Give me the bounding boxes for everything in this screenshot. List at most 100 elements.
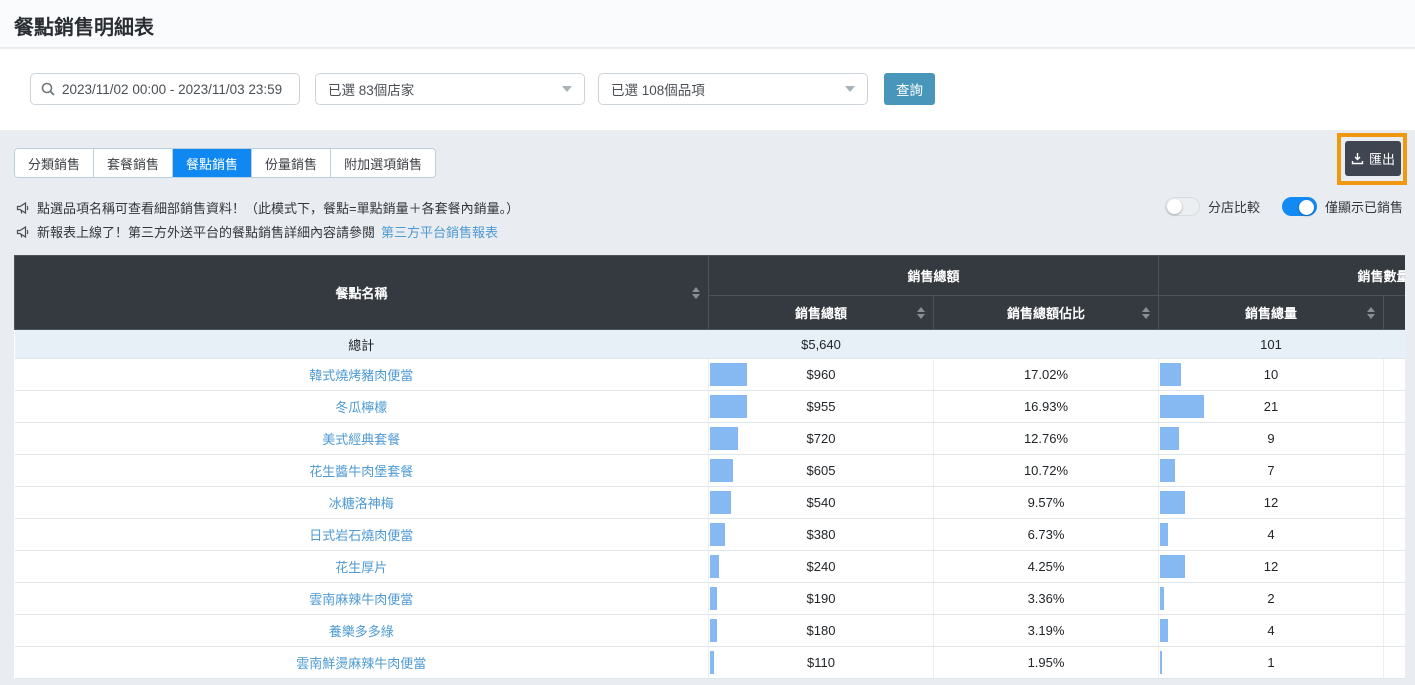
megaphone-icon: [16, 225, 29, 238]
top-header-strip: 餐點銷售明細表: [0, 0, 1415, 48]
amount-value: $605: [806, 463, 836, 478]
dish-name-link[interactable]: 日式岩石燒肉便當: [309, 528, 413, 543]
item-select[interactable]: 已選 108個品項: [598, 73, 868, 105]
table-row: 冰糖洛神梅 $540 9.57% 12: [14, 486, 1405, 519]
report-tabs: 分類銷售 套餐銷售 餐點銷售 份量銷售 附加選項銷售: [14, 148, 437, 178]
column-header-dish-name[interactable]: 餐點名稱: [14, 255, 709, 330]
group-header-sales-amount: 銷售總額: [707, 255, 1160, 296]
ratio-value: 10.72%: [933, 454, 1160, 487]
column-header-amount-ratio[interactable]: 銷售總額佔比: [932, 295, 1160, 330]
sort-icon[interactable]: [917, 306, 925, 319]
ratio-value: 6.73%: [933, 518, 1160, 551]
table-row: 花生厚片 $240 4.25% 12: [14, 550, 1405, 583]
dish-name-link[interactable]: 韓式燒烤豬肉便當: [309, 368, 413, 383]
amount-bar: [710, 651, 714, 674]
column-header-total-amount[interactable]: 銷售總額: [708, 295, 934, 330]
table-row: 冬瓜檸檬 $955 16.93% 21: [14, 390, 1405, 423]
tab-3[interactable]: 份量銷售: [252, 149, 332, 177]
branch-compare-toggle[interactable]: [1165, 197, 1200, 216]
quantity-value: 12: [1263, 495, 1279, 510]
dish-name-link[interactable]: 美式經典套餐: [322, 432, 400, 447]
ratio-value: 4.25%: [933, 550, 1160, 583]
hint-text-2: 新報表上線了！第三方外送平台的餐點銷售詳細內容請參閱: [37, 225, 376, 240]
quantity-value: 4: [1267, 527, 1275, 542]
store-select-value: 已選 83個店家: [328, 83, 415, 98]
search-icon: [41, 82, 55, 96]
store-select[interactable]: 已選 83個店家: [315, 73, 585, 105]
quantity-bar: [1160, 555, 1186, 578]
amount-value: $190: [806, 591, 836, 606]
amount-bar: [710, 523, 725, 546]
table-row: 花生醬牛肉堡套餐 $605 10.72% 7: [14, 454, 1405, 487]
total-label: 總計: [14, 329, 709, 359]
group-header-sales-quantity: 銷售數量: [1158, 255, 1405, 296]
table-row: 日式岩石燒肉便當 $380 6.73% 4: [14, 518, 1405, 551]
quantity-bar: [1160, 651, 1163, 674]
dish-name-link[interactable]: 冰糖洛神梅: [329, 496, 394, 511]
hint-line-1: 點選品項名稱可查看細部銷售資料！（此模式下，餐點=單點銷量＋各套餐內銷量。）: [16, 198, 519, 217]
table-row: 韓式燒烤豬肉便當 $960 17.02% 10: [14, 358, 1405, 391]
megaphone-icon: [16, 201, 29, 214]
quantity-value: 10: [1263, 367, 1279, 382]
tab-4[interactable]: 附加選項銷售: [331, 149, 436, 177]
table-row: 養樂多多綠 $180 3.19% 4: [14, 614, 1405, 647]
quantity-value: 4: [1267, 623, 1275, 638]
amount-bar: [710, 555, 719, 578]
amount-bar: [710, 363, 747, 386]
dish-name-link[interactable]: 雲南麻辣牛肉便當: [309, 592, 413, 607]
date-range-input[interactable]: [62, 81, 289, 97]
sort-icon[interactable]: [1367, 306, 1376, 319]
sort-icon[interactable]: [692, 286, 700, 299]
quantity-bar: [1160, 363, 1182, 386]
amount-bar: [710, 491, 731, 514]
tab-0[interactable]: 分類銷售: [15, 149, 95, 177]
sold-only-toggle[interactable]: [1282, 197, 1317, 216]
total-amount: $5,640: [708, 329, 934, 359]
query-button[interactable]: 查詢: [884, 73, 935, 105]
column-header-clipped: [1383, 295, 1405, 330]
dish-name-link[interactable]: 花生醬牛肉堡套餐: [309, 464, 413, 479]
ratio-value: 3.36%: [933, 582, 1160, 615]
export-button-label: 匯出: [1368, 152, 1395, 167]
hint-text-1: 點選品項名稱可查看細部銷售資料！（此模式下，餐點=單點銷量＋各套餐內銷量。）: [37, 201, 520, 216]
sort-icon[interactable]: [1142, 306, 1151, 319]
total-qty: 101: [1158, 329, 1385, 359]
quantity-bar: [1160, 491, 1186, 514]
ratio-value: 9.57%: [933, 486, 1160, 519]
dish-name-link[interactable]: 花生厚片: [335, 560, 387, 575]
amount-bar: [710, 459, 733, 482]
ratio-value: 1.95%: [933, 646, 1160, 679]
quantity-bar: [1160, 587, 1165, 610]
amount-value: $110: [807, 655, 835, 670]
sold-only-toggle-group: 僅顯示已銷售: [1282, 197, 1403, 216]
table-row: 雲南麻辣牛肉便當 $190 3.36% 2: [14, 582, 1405, 615]
page-title: 餐點銷售明細表: [14, 17, 154, 39]
dish-name-link[interactable]: 雲南鮮燙麻辣牛肉便當: [296, 656, 426, 671]
dish-name-link[interactable]: 冬瓜檸檬: [335, 400, 387, 415]
ratio-value: 16.93%: [933, 390, 1160, 423]
sold-only-label: 僅顯示已銷售: [1325, 200, 1404, 215]
amount-value: $180: [806, 623, 836, 638]
branch-compare-label: 分店比較: [1208, 200, 1261, 215]
export-button[interactable]: 匯出: [1345, 141, 1401, 176]
third-party-report-link[interactable]: 第三方平台銷售報表: [381, 222, 498, 241]
amount-bar: [710, 619, 717, 642]
table-row: 美式經典套餐 $720 12.76% 9: [14, 422, 1405, 455]
column-header-total-quantity[interactable]: 銷售總量: [1158, 295, 1385, 330]
tab-1[interactable]: 套餐銷售: [94, 149, 174, 177]
ratio-value: 3.19%: [933, 614, 1160, 647]
tab-2[interactable]: 餐點銷售: [173, 149, 253, 177]
toggle-knob: [1167, 199, 1182, 214]
dish-name-link[interactable]: 養樂多多綠: [329, 624, 394, 639]
quantity-value: 1: [1267, 655, 1275, 670]
quantity-bar: [1160, 427, 1180, 450]
chevron-down-icon: [562, 86, 572, 92]
date-range-picker[interactable]: [30, 73, 300, 105]
toggle-knob: [1299, 199, 1314, 215]
quantity-value: 2: [1267, 591, 1275, 606]
amount-bar: [710, 427, 738, 450]
quantity-value: 21: [1263, 399, 1279, 414]
total-ratio: [933, 329, 1160, 359]
ratio-value: 17.02%: [933, 358, 1160, 391]
amount-value: $540: [806, 495, 836, 510]
